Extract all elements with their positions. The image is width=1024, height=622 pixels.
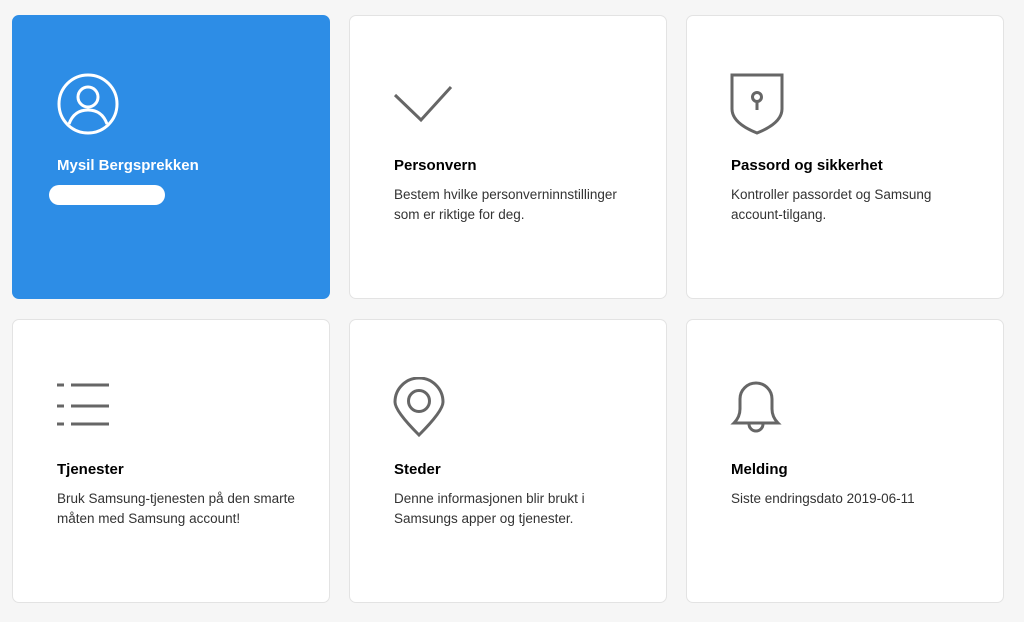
password-security-card[interactable]: Passord og sikkerhet Kontroller passorde…	[686, 15, 1004, 299]
list-icon	[56, 377, 120, 441]
checkmark-icon	[393, 73, 457, 137]
notification-card[interactable]: Melding Siste endringsdato 2019-06-11	[686, 319, 1004, 603]
card-description: Siste endringsdato 2019-06-11	[731, 491, 915, 506]
services-card[interactable]: Tjenester Bruk Samsung-tjenesten på den …	[12, 319, 330, 603]
card-description: Denne informasjonen blir brukt i Samsung…	[394, 491, 585, 526]
account-email-pill	[49, 185, 165, 205]
card-title: Melding	[731, 461, 788, 478]
profile-name: Mysil Bergsprekken	[57, 157, 199, 174]
card-title: Tjenester	[57, 461, 124, 478]
privacy-card[interactable]: Personvern Bestem hvilke personverninnst…	[349, 15, 667, 299]
user-avatar-icon	[56, 73, 120, 137]
card-description: Bruk Samsung-tjenesten på den smarte måt…	[57, 491, 295, 526]
location-pin-icon	[393, 377, 457, 441]
account-dashboard-grid: Mysil Bergsprekken Personvern Bestem hvi…	[0, 0, 1024, 622]
card-description: Kontroller passordet og Samsung account-…	[731, 187, 932, 222]
card-title: Passord og sikkerhet	[731, 157, 883, 174]
card-title: Steder	[394, 461, 441, 478]
bell-icon	[730, 377, 794, 441]
shield-lock-icon	[730, 73, 794, 137]
card-title: Personvern	[394, 157, 477, 174]
profile-card[interactable]: Mysil Bergsprekken	[12, 15, 330, 299]
locations-card[interactable]: Steder Denne informasjonen blir brukt i …	[349, 319, 667, 603]
card-description: Bestem hvilke personverninnstillinger so…	[394, 187, 617, 222]
